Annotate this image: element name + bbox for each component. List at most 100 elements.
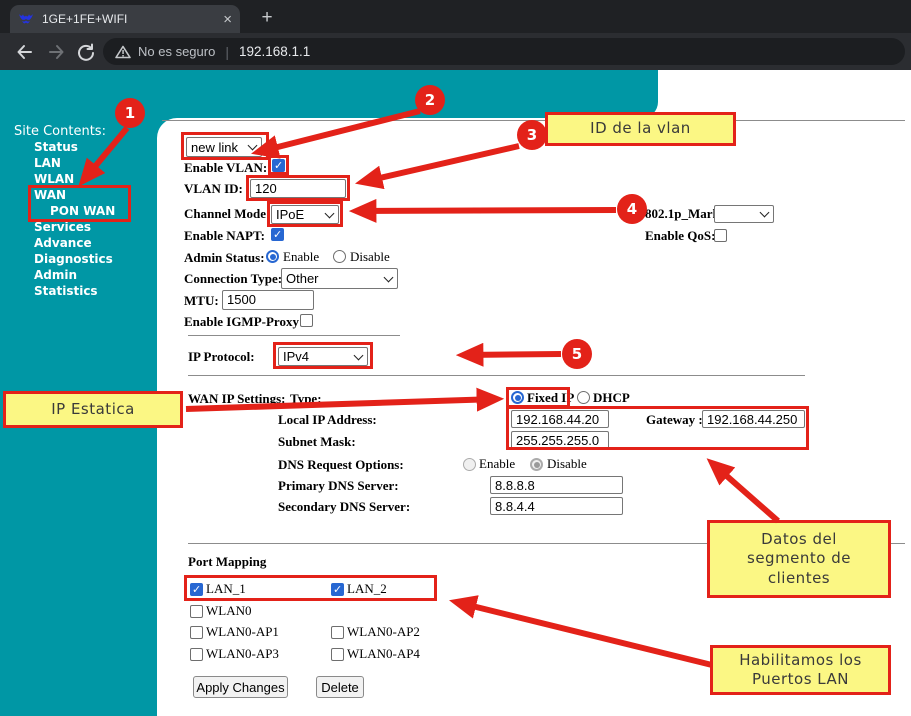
admin-status-label: Admin Status: — [184, 250, 265, 266]
type-label: Type: — [290, 391, 322, 407]
admin-status-enable-radio[interactable] — [266, 250, 279, 263]
not-secure-label[interactable]: No es seguro — [138, 44, 215, 59]
port-wlan0-ap1-label: WLAN0-AP1 — [206, 624, 279, 640]
reload-icon[interactable] — [72, 38, 100, 66]
port-wlan0-ap4-label: WLAN0-AP4 — [347, 646, 420, 662]
tab-title: 1GE+1FE+WIFI — [42, 12, 223, 26]
gateway-input[interactable]: 192.168.44.250 — [702, 410, 805, 428]
sidebar-item-statistics[interactable]: Statistics — [34, 284, 98, 298]
chevron-down-icon — [760, 208, 770, 218]
port-wlan0-ap4-checkbox[interactable] — [331, 648, 344, 661]
sidebar-item-lan[interactable]: LAN — [34, 156, 61, 170]
back-icon[interactable] — [10, 38, 38, 66]
port-wlan0-checkbox[interactable] — [190, 605, 203, 618]
local-ip-label: Local IP Address: — [278, 412, 377, 428]
port-lan1-checkbox[interactable] — [190, 583, 203, 596]
dns-disable-radio — [530, 458, 543, 471]
not-secure-warning-icon — [115, 45, 131, 59]
port-wlan0-ap1-checkbox[interactable] — [190, 626, 203, 639]
mtu-input[interactable]: 1500 — [222, 290, 314, 310]
port-wlan0-ap2-checkbox[interactable] — [331, 626, 344, 639]
connection-type-label: Connection Type: — [184, 271, 282, 287]
tab-close-icon[interactable]: × — [223, 12, 232, 27]
primary-dns-label: Primary DNS Server: — [278, 478, 399, 494]
enable-igmp-proxy-checkbox[interactable] — [300, 314, 313, 327]
secondary-dns-label: Secondary DNS Server: — [278, 499, 410, 515]
section-divider — [188, 335, 400, 336]
sidebar-item-status[interactable]: Status — [34, 140, 78, 154]
enable-qos-label: Enable QoS: — [645, 228, 715, 244]
browser-tab-strip: 1GE+1FE+WIFI × + — [0, 0, 911, 33]
port-wlan0-ap3-label: WLAN0-AP3 — [206, 646, 279, 662]
delete-button[interactable]: Delete — [316, 676, 364, 698]
ip-protocol-label: IP Protocol: — [188, 349, 255, 365]
dns-disable-label: Disable — [547, 456, 587, 472]
ip-protocol-select[interactable]: IPv4 — [278, 347, 368, 366]
sidebar-item-diagnostics[interactable]: Diagnostics — [34, 252, 113, 266]
url-text[interactable]: 192.168.1.1 — [239, 44, 310, 59]
arrow-habilitamos-to-lan-ports — [456, 602, 712, 665]
port-wlan0-ap3-checkbox[interactable] — [190, 648, 203, 661]
enable-igmp-proxy-label: Enable IGMP-Proxy: — [184, 314, 303, 330]
note-ip-estatica: IP Estatica — [3, 391, 183, 428]
channel-mode-select[interactable]: IPoE — [271, 205, 339, 224]
apply-changes-button[interactable]: Apply Changes — [193, 676, 288, 698]
subnet-mask-input[interactable]: 255.255.255.0 — [511, 431, 609, 449]
dhcp-radio[interactable] — [577, 391, 590, 404]
arrow-3-to-vlan-id — [362, 146, 519, 182]
fixed-ip-radio[interactable] — [511, 391, 524, 404]
dns-request-options-label: DNS Request Options: — [278, 457, 404, 473]
admin-status-enable-label: Enable — [283, 249, 319, 265]
secondary-dns-input[interactable]: 8.8.4.4 — [490, 497, 623, 515]
link-select[interactable]: new link — [186, 137, 262, 157]
arrow-datos-to-ip-fields — [712, 463, 778, 521]
dns-enable-label: Enable — [479, 456, 515, 472]
dns-enable-radio — [463, 458, 476, 471]
url-separator: | — [225, 44, 229, 60]
primary-dns-input[interactable]: 8.8.8.8 — [490, 476, 623, 494]
vlan-id-label: VLAN ID: — [184, 181, 243, 197]
note-habilitamos-puertos: Habilitamos los Puertos LAN — [710, 645, 891, 695]
port-lan2-checkbox[interactable] — [331, 583, 344, 596]
port-lan1-label: LAN_1 — [206, 581, 246, 597]
browser-tab[interactable]: 1GE+1FE+WIFI × — [10, 5, 240, 33]
new-tab-button[interactable]: + — [254, 5, 280, 31]
screenshot-root: 1GE+1FE+WIFI × + No es seguro | 192.168.… — [0, 0, 911, 716]
chevron-down-icon — [354, 350, 364, 360]
note-datos-segmento: Datos del segmento de clientes — [707, 520, 891, 598]
chevron-down-icon — [248, 141, 258, 151]
forward-icon[interactable] — [42, 38, 70, 66]
channel-mode-label: Channel Mode — [184, 206, 266, 222]
enable-vlan-checkbox[interactable] — [272, 159, 285, 172]
connection-type-select[interactable]: Other — [281, 268, 398, 289]
8021p-mark-label: 802.1p_Mark — [645, 206, 720, 222]
enable-qos-checkbox[interactable] — [714, 229, 727, 242]
enable-vlan-label: Enable VLAN: — [184, 160, 267, 176]
sidebar-item-advance[interactable]: Advance — [34, 236, 92, 250]
arrow-5-to-ip-protocol — [463, 354, 561, 355]
admin-status-disable-radio[interactable] — [333, 250, 346, 263]
sidebar-item-pon-wan[interactable]: PON WAN — [50, 204, 115, 218]
sidebar-item-wlan[interactable]: WLAN — [34, 172, 74, 186]
sidebar-item-services[interactable]: Services — [34, 220, 91, 234]
sidebar-item-admin[interactable]: Admin — [34, 268, 77, 282]
port-lan2-label: LAN_2 — [347, 581, 387, 597]
mtu-label: MTU: — [184, 293, 219, 309]
address-bar[interactable]: No es seguro | 192.168.1.1 — [103, 38, 905, 65]
port-wlan0-ap2-label: WLAN0-AP2 — [347, 624, 420, 640]
vlan-id-input[interactable]: 120 — [250, 179, 346, 198]
wan-ip-settings-label: WAN IP Settings: — [188, 391, 286, 407]
port-wlan0-label: WLAN0 — [206, 603, 252, 619]
8021p-mark-select[interactable] — [714, 205, 774, 223]
dhcp-label: DHCP — [593, 390, 630, 406]
note-id-vlan: ID de la vlan — [545, 112, 736, 146]
step-circle-4: 4 — [617, 194, 647, 224]
enable-napt-checkbox[interactable] — [271, 228, 284, 241]
local-ip-input[interactable]: 192.168.44.20 — [511, 410, 609, 428]
sidebar-title: Site Contents: — [14, 124, 106, 139]
admin-status-disable-label: Disable — [350, 249, 390, 265]
sidebar-item-wan[interactable]: WAN — [34, 188, 66, 202]
chevron-down-icon — [384, 272, 394, 282]
section-divider — [188, 375, 805, 376]
chevron-down-icon — [325, 208, 335, 218]
